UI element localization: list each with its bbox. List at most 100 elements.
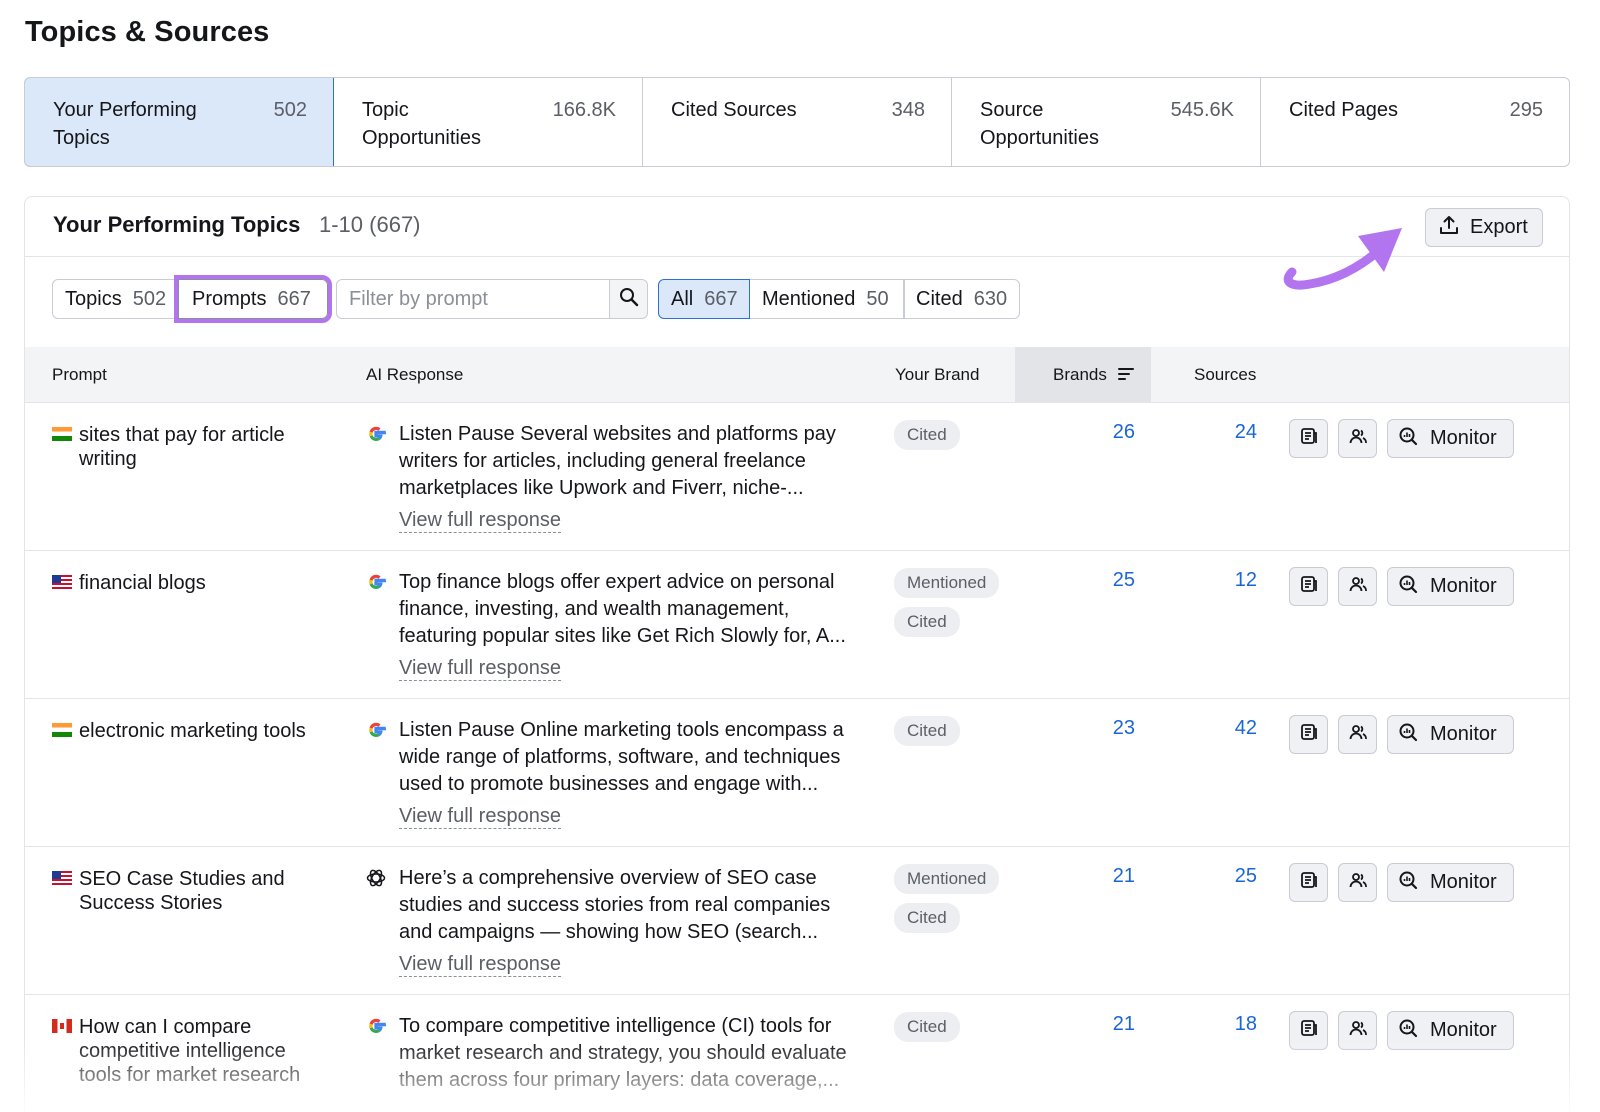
monitor-search-icon xyxy=(1398,1018,1418,1044)
monitor-label: Monitor xyxy=(1430,427,1497,449)
filter-all[interactable]: All 667 xyxy=(658,279,750,319)
row-actions: Monitor xyxy=(1289,419,1514,458)
toggle-prompts[interactable]: Prompts 667 xyxy=(174,275,332,323)
sources-count-link[interactable]: 18 xyxy=(1197,1013,1257,1036)
sources-count-link[interactable]: 42 xyxy=(1197,717,1257,740)
status-badge: Cited xyxy=(894,1012,960,1042)
toggle-count: 667 xyxy=(277,287,311,310)
tab-your-performing-topics[interactable]: Your Performing Topics 502 xyxy=(25,78,334,166)
tab-label: Your Performing Topics xyxy=(53,99,197,149)
competitors-button[interactable] xyxy=(1338,1011,1377,1050)
monitor-button[interactable]: Monitor xyxy=(1387,419,1514,458)
table-row: electronic marketing tools Listen Pause … xyxy=(25,699,1569,847)
monitor-button[interactable]: Monitor xyxy=(1387,567,1514,606)
competitors-button[interactable] xyxy=(1338,863,1377,902)
search-button[interactable] xyxy=(610,279,648,319)
view-full-response-link[interactable]: View full response xyxy=(399,804,561,829)
header-sources[interactable]: Sources xyxy=(1194,365,1256,385)
brands-count-link[interactable]: 21 xyxy=(1075,1013,1135,1036)
header-your-brand[interactable]: Your Brand xyxy=(895,365,979,385)
users-icon xyxy=(1348,722,1368,747)
monitor-button[interactable]: Monitor xyxy=(1387,863,1514,902)
tab-label: Topic Opportunities xyxy=(362,99,481,149)
upload-icon xyxy=(1438,214,1460,241)
view-full-response-link[interactable]: View full response xyxy=(399,952,561,977)
view-full-response-link[interactable]: View full response xyxy=(399,656,561,681)
header-ai-response[interactable]: AI Response xyxy=(366,365,463,385)
response-details-button[interactable] xyxy=(1289,863,1328,902)
response-details-button[interactable] xyxy=(1289,567,1328,606)
competitors-button[interactable] xyxy=(1338,419,1377,458)
tab-count: 348 xyxy=(891,99,925,121)
prompt-cell: sites that pay for article writing xyxy=(52,423,322,471)
tab-source-opportunities[interactable]: Source Opportunities 545.6K xyxy=(952,78,1261,166)
export-label: Export xyxy=(1470,216,1528,238)
tab-count: 502 xyxy=(273,99,307,121)
monitor-search-icon xyxy=(1398,722,1418,748)
page-title: Topics & Sources xyxy=(25,16,270,48)
sources-count-link[interactable]: 12 xyxy=(1197,569,1257,592)
monitor-button[interactable]: Monitor xyxy=(1387,715,1514,754)
table-row: SEO Case Studies and Success Stories Her… xyxy=(25,847,1569,995)
filter-mentioned[interactable]: Mentioned 50 xyxy=(750,279,904,319)
google-icon xyxy=(365,719,387,741)
chatgpt-icon xyxy=(365,867,387,889)
tab-count: 295 xyxy=(1509,99,1543,121)
filter-label: Mentioned xyxy=(762,287,856,310)
ai-response-cell: Here’s a comprehensive overview of SEO c… xyxy=(365,865,865,977)
tab-label: Cited Sources xyxy=(671,99,797,121)
row-actions: Monitor xyxy=(1289,567,1514,606)
brands-count-link[interactable]: 26 xyxy=(1075,421,1135,444)
performing-topics-card: Your Performing Topics 1-10 (667) Export… xyxy=(24,196,1570,1112)
header-brands[interactable]: Brands xyxy=(1053,365,1134,386)
sources-count-link[interactable]: 24 xyxy=(1197,421,1257,444)
header-prompt[interactable]: Prompt xyxy=(52,365,107,385)
tab-label: Source Opportunities xyxy=(980,99,1099,149)
topic-tabs: Your Performing Topics 502 Topic Opportu… xyxy=(24,77,1570,167)
monitor-search-icon xyxy=(1398,574,1418,600)
ai-response-text: Top finance blogs offer expert advice on… xyxy=(399,571,846,647)
brands-count-link[interactable]: 21 xyxy=(1075,865,1135,888)
tab-topic-opportunities[interactable]: Topic Opportunities 166.8K xyxy=(334,78,643,166)
response-details-button[interactable] xyxy=(1289,715,1328,754)
response-details-button[interactable] xyxy=(1289,419,1328,458)
filter-count: 50 xyxy=(866,287,889,310)
prompt-text: electronic marketing tools xyxy=(79,720,306,742)
document-icon xyxy=(1299,574,1319,599)
google-icon xyxy=(365,1015,387,1037)
export-button[interactable]: Export xyxy=(1425,208,1543,247)
tab-cited-pages[interactable]: Cited Pages 295 xyxy=(1261,78,1569,166)
document-icon xyxy=(1299,870,1319,895)
status-badge: Cited xyxy=(894,607,960,637)
competitors-button[interactable] xyxy=(1338,715,1377,754)
sources-count-link[interactable]: 25 xyxy=(1197,865,1257,888)
prompt-text: financial blogs xyxy=(79,572,206,594)
toggle-topics[interactable]: Topics 502 xyxy=(52,279,178,319)
filter-by-prompt-input[interactable] xyxy=(336,279,610,319)
monitor-label: Monitor xyxy=(1430,723,1497,745)
tab-count: 166.8K xyxy=(552,99,616,121)
tab-label: Cited Pages xyxy=(1289,99,1398,121)
monitor-label: Monitor xyxy=(1430,1019,1497,1041)
tab-cited-sources[interactable]: Cited Sources 348 xyxy=(643,78,952,166)
brands-count-link[interactable]: 23 xyxy=(1075,717,1135,740)
view-full-response-link[interactable]: View full response xyxy=(399,508,561,533)
prompt-cell: financial blogs xyxy=(52,571,322,595)
prompt-cell: SEO Case Studies and Success Stories xyxy=(52,867,322,915)
brands-count-link[interactable]: 25 xyxy=(1075,569,1135,592)
canada-flag-icon xyxy=(52,1019,72,1033)
users-icon xyxy=(1348,1018,1368,1043)
row-actions: Monitor xyxy=(1289,863,1514,902)
monitor-button[interactable]: Monitor xyxy=(1387,1011,1514,1050)
tab-count: 545.6K xyxy=(1170,99,1234,121)
monitor-search-icon xyxy=(1398,870,1418,896)
document-icon xyxy=(1299,426,1319,451)
filter-cited[interactable]: Cited 630 xyxy=(904,279,1020,319)
response-details-button[interactable] xyxy=(1289,1011,1328,1050)
header-brands-label: Brands xyxy=(1053,365,1107,384)
google-icon xyxy=(365,571,387,593)
competitors-button[interactable] xyxy=(1338,567,1377,606)
ai-response-text: To compare competitive intelligence (CI)… xyxy=(399,1015,847,1091)
sort-icon xyxy=(1117,366,1134,386)
annotation-arrow xyxy=(1283,228,1402,290)
